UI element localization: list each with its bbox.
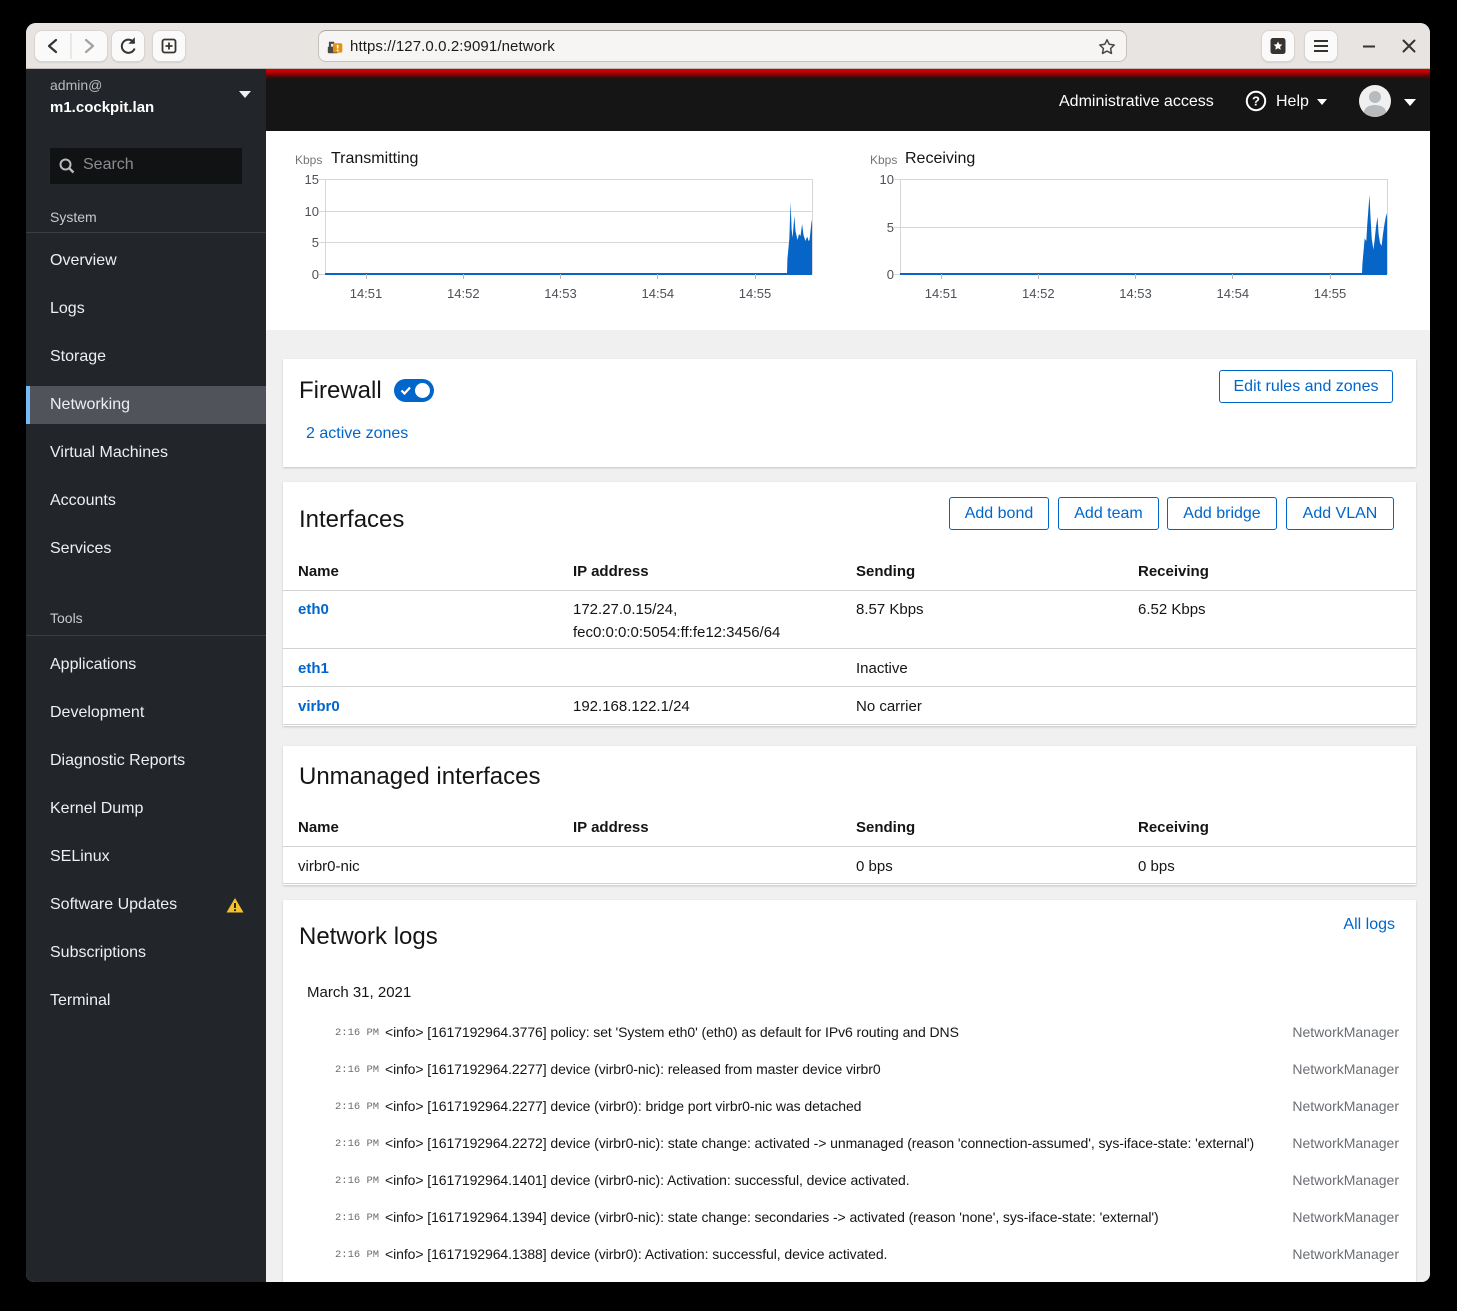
- svg-text:?: ?: [1252, 94, 1260, 109]
